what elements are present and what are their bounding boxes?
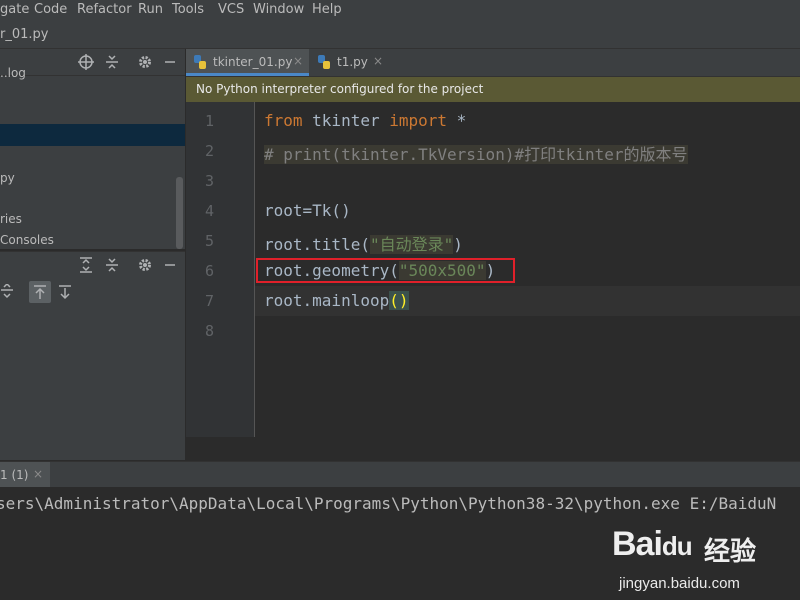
- structure-panel-header: [0, 251, 185, 279]
- tab-t1[interactable]: t1.py ×: [310, 49, 390, 76]
- project-panel: ..log py ries Consoles: [0, 49, 185, 249]
- line-number: 7: [204, 292, 214, 310]
- menu-code[interactable]: Code: [34, 2, 67, 17]
- menu-window[interactable]: Window: [253, 2, 304, 17]
- editor-tab-bar: tkinter_01.py × t1.py ×: [186, 49, 800, 77]
- watermark-jingyan: 经验: [704, 537, 757, 567]
- line-number: 6: [204, 262, 214, 280]
- tree-item[interactable]: ries: [0, 212, 22, 226]
- menu-run[interactable]: Run: [138, 2, 163, 17]
- structure-toolbar: [0, 278, 185, 306]
- minimize-icon[interactable]: [162, 257, 178, 273]
- run-tab-label: 1 (1): [0, 468, 29, 482]
- line-number: 5: [204, 232, 214, 250]
- scrollbar[interactable]: [176, 177, 183, 249]
- console-output-line: sers\Administrator\AppData\Local\Program…: [0, 494, 777, 513]
- tab-tkinter-01[interactable]: tkinter_01.py ×: [186, 49, 309, 76]
- python-file-icon: [194, 55, 206, 69]
- tree-item[interactable]: py: [0, 171, 15, 185]
- menu-help[interactable]: Help: [312, 2, 342, 17]
- menu-navigate[interactable]: gate: [0, 2, 29, 17]
- code-line-1[interactable]: from tkinter import *: [264, 111, 466, 130]
- project-panel-header: [0, 49, 185, 76]
- structure-panel-body: [0, 306, 185, 460]
- code-line-2[interactable]: # print(tkinter.TkVersion)#打印tkinter的版本号: [264, 141, 688, 165]
- tab-label: tkinter_01.py: [213, 55, 293, 69]
- target-icon[interactable]: [78, 54, 94, 70]
- code-line-5[interactable]: root.title("自动登录"): [264, 231, 463, 255]
- watermark-url: jingyan.baidu.com: [619, 575, 740, 592]
- editor-bottom-area: [186, 437, 800, 461]
- highlight-box: [256, 258, 515, 283]
- breadcrumb: r_01.py: [0, 22, 800, 49]
- menu-tools[interactable]: Tools: [172, 2, 204, 17]
- line-number: 8: [204, 322, 214, 340]
- tree-item[interactable]: ..log: [0, 66, 26, 80]
- tab-label: t1.py: [337, 55, 368, 69]
- gear-icon[interactable]: [137, 54, 153, 70]
- close-icon[interactable]: ×: [293, 54, 303, 68]
- selected-tree-row[interactable]: [0, 124, 185, 146]
- close-icon[interactable]: ×: [33, 467, 43, 481]
- code-line-4[interactable]: root=Tk(): [264, 201, 351, 220]
- menu-vcs[interactable]: VCS: [218, 2, 244, 17]
- python-file-icon: [318, 55, 330, 69]
- tree-item[interactable]: Consoles: [0, 233, 54, 247]
- line-number: 2: [204, 142, 214, 160]
- line-number-gutter: 1 2 3 4 5 6 7 8: [186, 102, 255, 437]
- close-icon[interactable]: ×: [373, 54, 383, 68]
- interpreter-warning-banner: No Python interpreter configured for the…: [186, 77, 800, 102]
- code-line-7[interactable]: root.mainloop(): [264, 291, 409, 310]
- minimize-icon[interactable]: [162, 54, 178, 70]
- sort-icon[interactable]: [0, 282, 16, 300]
- line-number: 1: [204, 112, 214, 130]
- sort-down-icon[interactable]: [57, 284, 73, 300]
- run-tab[interactable]: 1 (1) ×: [0, 462, 50, 488]
- menu-refactor[interactable]: Refactor: [77, 2, 132, 17]
- line-number: 3: [204, 172, 214, 190]
- banner-text: No Python interpreter configured for the…: [196, 82, 484, 96]
- collapse-icon[interactable]: [104, 257, 120, 273]
- sort-up-button[interactable]: [29, 281, 51, 303]
- sort-up-icon: [32, 284, 48, 300]
- breadcrumb-file[interactable]: r_01.py: [0, 27, 48, 42]
- collapse-icon[interactable]: [104, 54, 120, 70]
- baidu-watermark: Baidu 经验 jingyan.baidu.com: [612, 525, 800, 600]
- line-number: 4: [204, 202, 214, 220]
- watermark-brand: Baidu: [612, 525, 693, 563]
- gear-icon[interactable]: [137, 257, 153, 273]
- expand-icon[interactable]: [78, 257, 94, 273]
- menu-bar: gate Code Refactor Run Tools VCS Window …: [0, 0, 800, 22]
- run-panel-header: 1 (1) ×: [0, 461, 800, 488]
